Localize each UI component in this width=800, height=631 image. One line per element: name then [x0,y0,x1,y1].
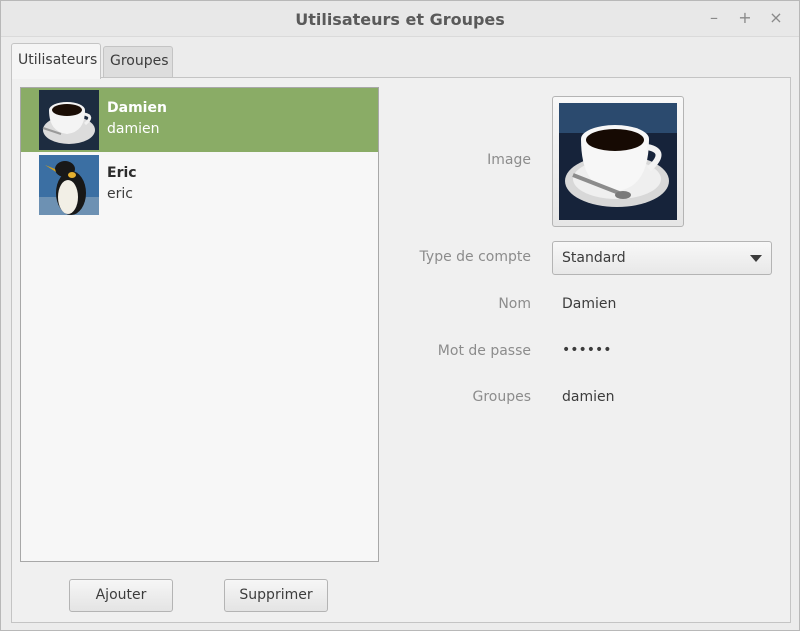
list-item-damien[interactable]: Damien damien [21,88,378,152]
name-label: Nom [498,296,531,312]
list-item-eric[interactable]: Eric eric [21,153,378,217]
coffee-cup-icon [559,103,677,220]
minimize-button[interactable]: – [703,7,725,29]
chevron-down-icon [750,255,762,262]
coffee-cup-icon [39,90,99,150]
password-label: Mot de passe [437,343,531,359]
user-name: Eric [107,165,137,181]
user-login: eric [107,186,133,202]
account-type-select[interactable]: Standard [552,241,772,275]
user-image-button[interactable] [552,96,684,227]
window-title: Utilisateurs et Groupes [295,10,505,29]
penguin-icon [39,155,99,215]
groups-value[interactable]: damien [562,389,614,405]
title-bar[interactable]: Utilisateurs et Groupes – + × [1,1,799,37]
groups-label: Groupes [472,389,531,405]
user-name: Damien [107,100,167,116]
tab-utilisateurs[interactable]: Utilisateurs [11,43,101,79]
add-user-button[interactable]: Ajouter [69,579,173,612]
close-button[interactable]: × [765,7,787,29]
name-value[interactable]: Damien [562,296,616,312]
delete-user-button[interactable]: Supprimer [224,579,328,612]
password-value[interactable]: •••••• [562,342,612,358]
account-type-label: Type de compte [419,249,531,265]
users-groups-window: Utilisateurs et Groupes – + × Utilisateu… [0,0,800,631]
maximize-button[interactable]: + [734,7,756,29]
user-login: damien [107,121,160,137]
tab-groupes[interactable]: Groupes [103,46,173,77]
image-label: Image [487,152,531,168]
account-type-value: Standard [562,250,626,266]
user-list[interactable]: Damien damien Eric eric [20,87,379,562]
